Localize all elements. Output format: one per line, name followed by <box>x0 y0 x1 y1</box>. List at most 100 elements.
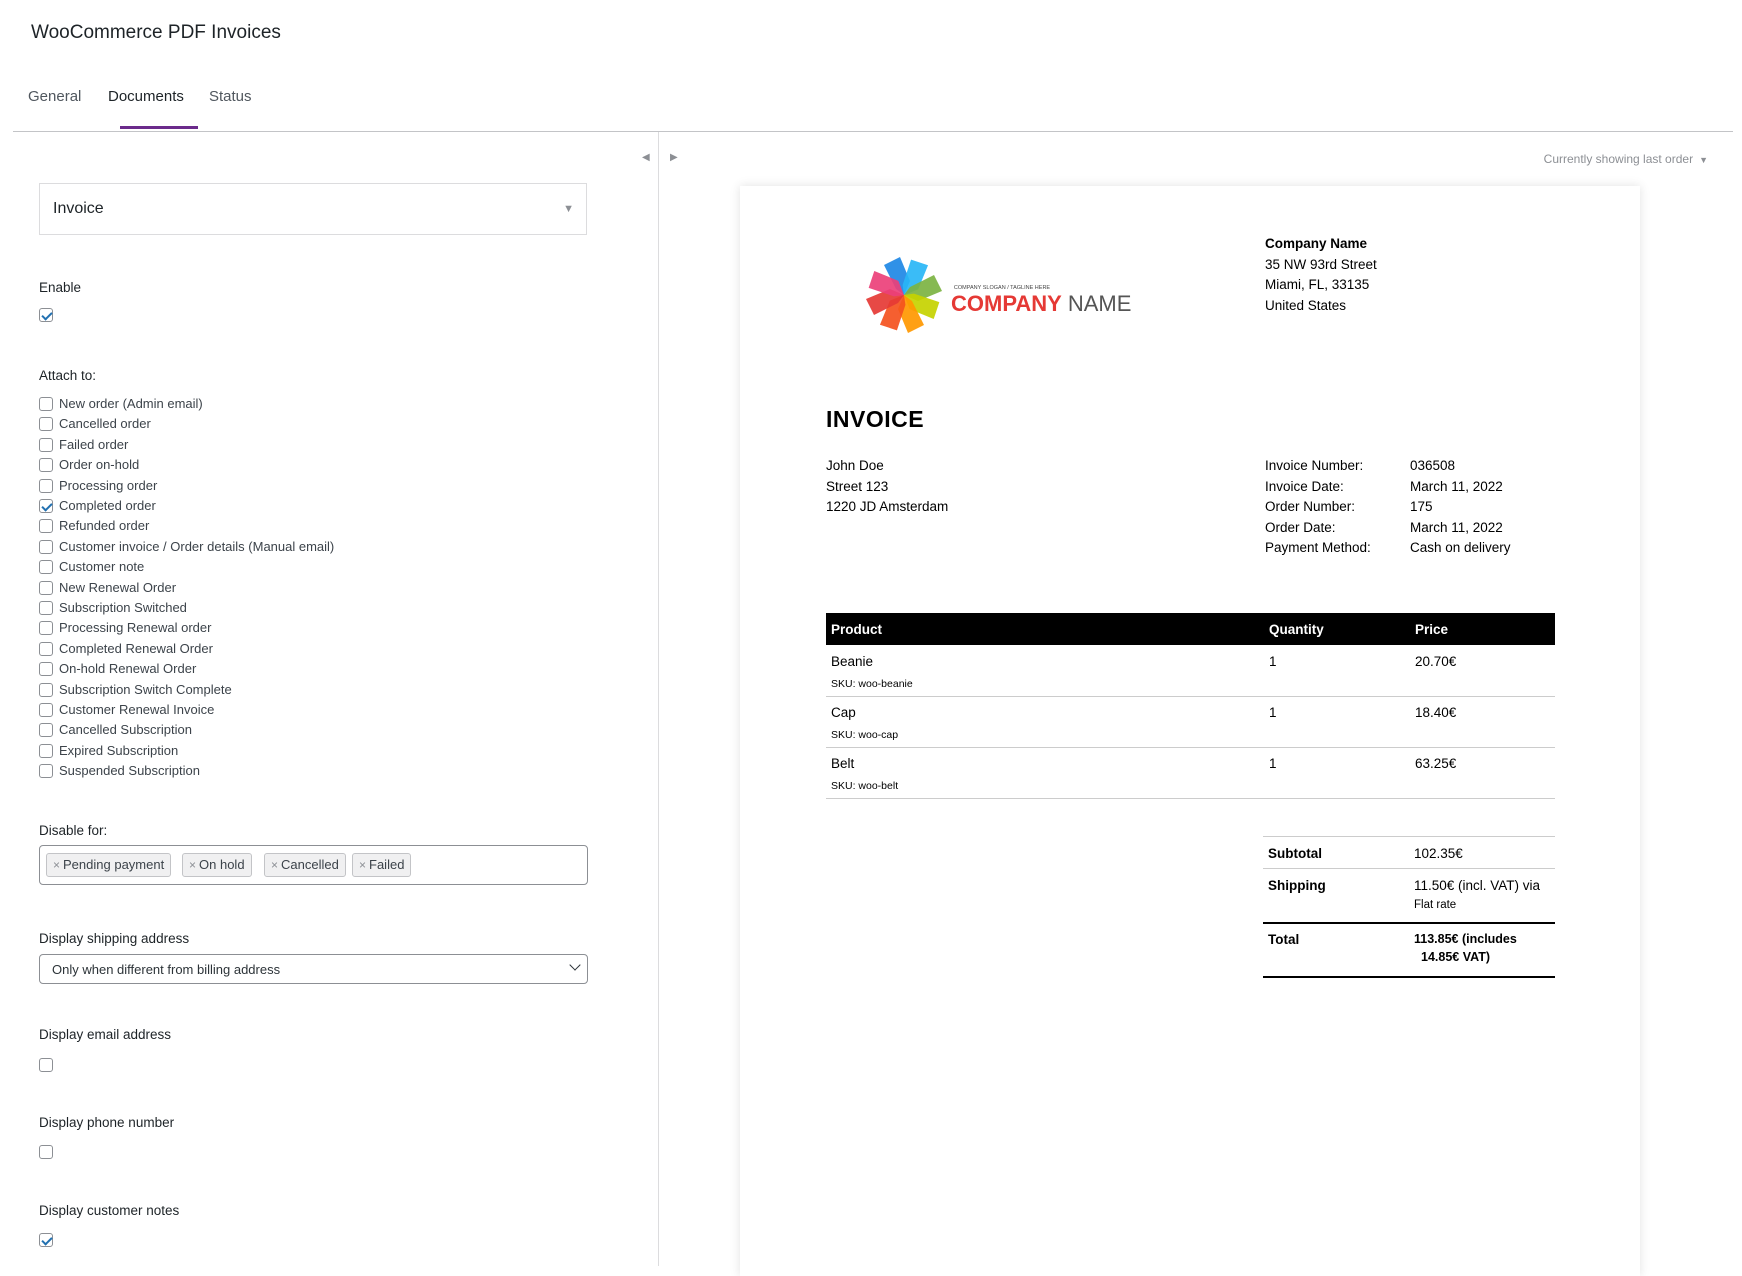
document-type-select[interactable]: Invoice ▼ <box>39 183 587 235</box>
attach-option-label: Processing Renewal order <box>59 620 212 636</box>
attach-option[interactable]: Customer invoice / Order details (Manual… <box>0 538 500 556</box>
attach-option-checkbox[interactable] <box>39 417 53 432</box>
meta-value: March 11, 2022 <box>1410 519 1503 535</box>
customer-address: John Doe Street 123 1220 JD Amsterdam <box>826 456 948 518</box>
attach-option-checkbox[interactable] <box>39 703 53 717</box>
shipping-row: Shipping 11.50€ (incl. VAT) via Flat rat… <box>1263 878 1555 918</box>
customer-notes-checkbox[interactable] <box>39 1233 53 1247</box>
disable-tag[interactable]: × Pending payment <box>46 853 172 877</box>
attach-option-checkbox[interactable] <box>39 478 53 493</box>
company-name: Company Name <box>1265 236 1368 251</box>
attach-option-label: Completed order <box>59 498 156 513</box>
invoice-title: INVOICE <box>826 406 925 432</box>
attach-option-checkbox[interactable] <box>39 764 53 779</box>
svg-text:COMPANYNAME: COMPANY NAME <box>951 291 1131 316</box>
product-name: Beanie <box>831 654 874 669</box>
caret-down-icon: ▼ <box>563 203 574 215</box>
attach-option-checkbox[interactable] <box>39 601 53 615</box>
subtotal-row: Subtotal 102.35€ <box>1263 846 1555 868</box>
attach-option[interactable]: Suspended Subscription <box>0 762 500 780</box>
meta-key: Order Number: <box>1265 499 1356 515</box>
attach-option[interactable]: Subscription Switch Complete <box>0 681 500 699</box>
attach-option-checkbox[interactable] <box>39 641 53 656</box>
attach-option-label: Cancelled Subscription <box>59 722 192 738</box>
attach-option[interactable]: Customer Renewal Invoice <box>0 701 500 719</box>
attach-option-checkbox[interactable] <box>39 682 53 697</box>
attach-option[interactable]: Subscription Switched <box>0 599 500 617</box>
logo-word-company: COMPANY <box>951 291 1062 316</box>
shipping-address-select[interactable]: Only when different from billing address <box>39 954 588 984</box>
company-city: Miami, FL, 33135 <box>1265 277 1370 292</box>
attach-option[interactable]: Completed Renewal Order <box>0 640 500 658</box>
attach-option[interactable]: Order on-hold <box>0 456 500 474</box>
meta-key: Order Date: <box>1265 519 1336 535</box>
attach-option-label: On-hold Renewal Order <box>59 661 197 677</box>
disable-for-tag-input[interactable]: × Pending payment × On hold × Cancelled × Faile… <box>39 845 588 885</box>
divider <box>1263 922 1555 924</box>
disable-tag[interactable]: × On hold <box>182 853 252 877</box>
attach-option-checkbox[interactable] <box>39 580 53 595</box>
phone-number-checkbox[interactable] <box>39 1145 53 1159</box>
customer-name: John Doe <box>826 458 884 473</box>
attach-option[interactable]: Completed order <box>0 497 500 515</box>
email-address-checkbox[interactable] <box>39 1058 53 1072</box>
company-country: United States <box>1265 297 1347 313</box>
attach-option[interactable]: New order (Admin email) <box>0 395 500 413</box>
enable-label: Enable <box>39 280 82 295</box>
logo-word-name: NAME <box>1068 291 1132 316</box>
attach-option-checkbox[interactable] <box>39 621 53 636</box>
shipping-value-line1: 11.50€ (incl. VAT) via <box>1414 878 1541 893</box>
remove-tag-icon[interactable]: × <box>271 858 278 872</box>
tab-general[interactable]: General <box>28 88 81 105</box>
enable-checkbox[interactable] <box>39 308 53 322</box>
order-selector[interactable]: Currently showing last order ▼ <box>1544 152 1708 166</box>
invoice-preview: COMPANY SLOGAN / TAGLINE HERE COMPANY NAM… <box>740 186 1640 1276</box>
company-address: Company Name 35 NW 93rd Street Miami, FL… <box>1265 234 1377 316</box>
attach-option-checkbox[interactable] <box>39 560 53 575</box>
disable-tag[interactable]: × Cancelled <box>264 853 346 877</box>
meta-value: March 11, 2022 <box>1410 478 1503 494</box>
meta-key: Payment Method: <box>1265 540 1371 556</box>
attach-option[interactable]: New Renewal Order <box>0 579 500 597</box>
attach-option-checkbox[interactable] <box>39 397 53 411</box>
attach-option-checkbox[interactable] <box>39 539 53 554</box>
attach-option[interactable]: Expired Subscription <box>0 742 500 760</box>
remove-tag-icon[interactable]: × <box>189 858 196 872</box>
attach-option-checkbox[interactable] <box>39 723 53 738</box>
expand-right-icon[interactable]: ▶ <box>670 152 678 163</box>
meta-value: Cash on delivery <box>1410 540 1511 556</box>
collapse-left-icon[interactable]: ◀ <box>642 152 650 163</box>
table-row: Belt SKU: woo-belt 1 63.25€ <box>826 747 1555 799</box>
active-tab-indicator <box>120 126 198 129</box>
disable-tag[interactable]: × Failed <box>352 853 412 877</box>
total-value-line1: 113.85€ (includes <box>1414 932 1517 946</box>
meta-value: 036508 <box>1410 458 1456 473</box>
shipping-address-value: Only when different from billing address <box>52 962 281 977</box>
attach-option-checkbox[interactable] <box>39 519 53 534</box>
attach-option-checkbox[interactable] <box>39 499 53 513</box>
attach-option-checkbox[interactable] <box>39 743 53 758</box>
remove-tag-icon[interactable]: × <box>53 858 60 872</box>
meta-key: Invoice Date: <box>1265 478 1344 494</box>
attach-option-checkbox[interactable] <box>39 437 53 452</box>
product-quantity: 1 <box>1269 654 1277 669</box>
attach-option[interactable]: On-hold Renewal Order <box>0 660 500 678</box>
attach-option[interactable]: Cancelled Subscription <box>0 721 500 739</box>
attach-option[interactable]: Failed order <box>0 436 500 454</box>
attach-option[interactable]: Customer note <box>0 558 500 576</box>
shipping-address-label: Display shipping address <box>39 931 190 946</box>
tab-bar: General Documents Status <box>13 0 1733 132</box>
attach-option[interactable]: Refunded order <box>0 517 500 535</box>
attach-option-checkbox[interactable] <box>39 662 53 677</box>
tab-documents[interactable]: Documents <box>108 88 184 105</box>
attach-option[interactable]: Cancelled order <box>0 415 500 433</box>
table-row: Cap SKU: woo-cap 1 18.40€ <box>826 696 1555 748</box>
attach-option[interactable]: Processing order <box>0 477 500 495</box>
shipping-value: 11.50€ (incl. VAT) via Flat rate <box>1414 878 1540 917</box>
attach-option-checkbox[interactable] <box>39 458 53 473</box>
tab-status[interactable]: Status <box>209 88 252 105</box>
remove-tag-icon[interactable]: × <box>359 858 366 872</box>
attach-option[interactable]: Processing Renewal order <box>0 619 500 637</box>
total-value-line2: 14.85€ VAT) <box>1421 950 1491 964</box>
attach-option-label: New order (Admin email) <box>59 396 203 411</box>
